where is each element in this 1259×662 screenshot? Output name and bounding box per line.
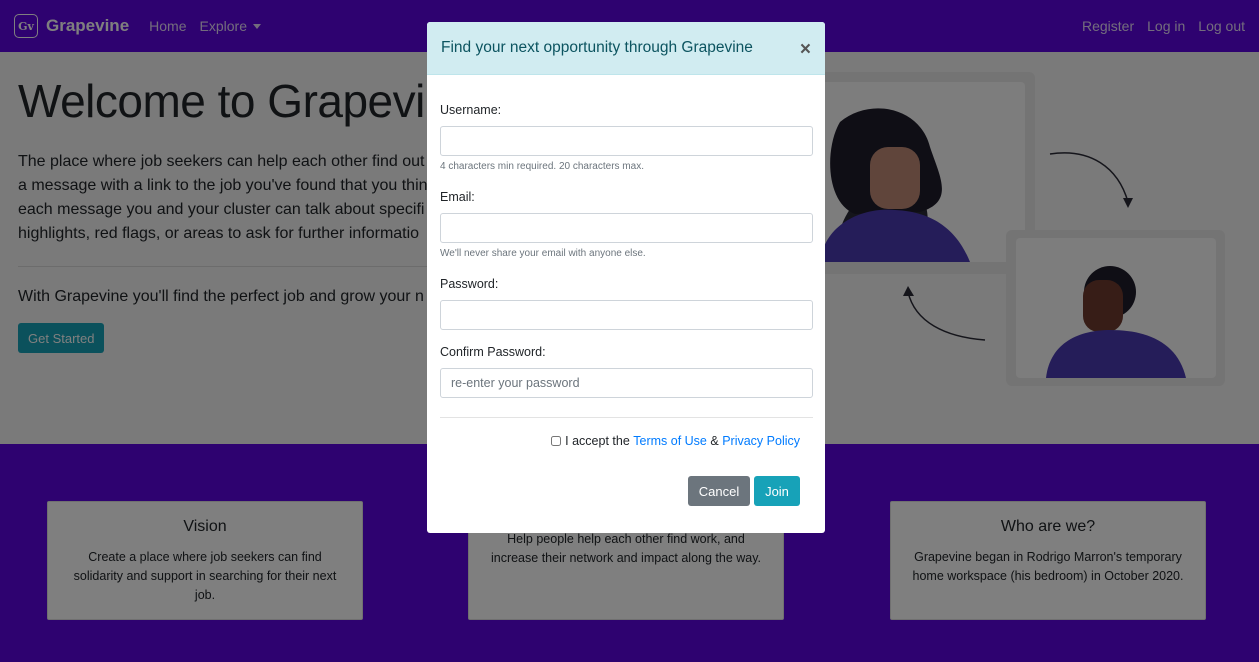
email-input[interactable] (440, 213, 813, 243)
username-input[interactable] (440, 126, 813, 156)
modal-divider (440, 417, 813, 418)
username-help: 4 characters min required. 20 characters… (440, 161, 644, 172)
modal-title: Find your next opportunity through Grape… (441, 39, 753, 56)
terms-of-use-link[interactable]: Terms of Use (633, 434, 707, 448)
signup-modal: Find your next opportunity through Grape… (427, 22, 825, 533)
cancel-button[interactable]: Cancel (688, 476, 750, 506)
close-icon[interactable]: × (800, 39, 811, 61)
ampersand: & (710, 434, 719, 448)
email-label: Email: (440, 190, 475, 204)
modal-header: Find your next opportunity through Grape… (427, 22, 825, 75)
accept-terms: I accept the Terms of Use & Privacy Poli… (551, 434, 800, 448)
email-help: We'll never share your email with anyone… (440, 248, 646, 259)
confirm-password-input[interactable] (440, 368, 813, 398)
password-input[interactable] (440, 300, 813, 330)
join-button[interactable]: Join (754, 476, 800, 506)
confirm-password-label: Confirm Password: (440, 345, 546, 359)
accept-terms-checkbox[interactable] (551, 436, 562, 446)
username-label: Username: (440, 103, 502, 117)
accept-terms-text: I accept the (565, 434, 630, 448)
password-label: Password: (440, 277, 499, 291)
privacy-policy-link[interactable]: Privacy Policy (722, 434, 800, 448)
